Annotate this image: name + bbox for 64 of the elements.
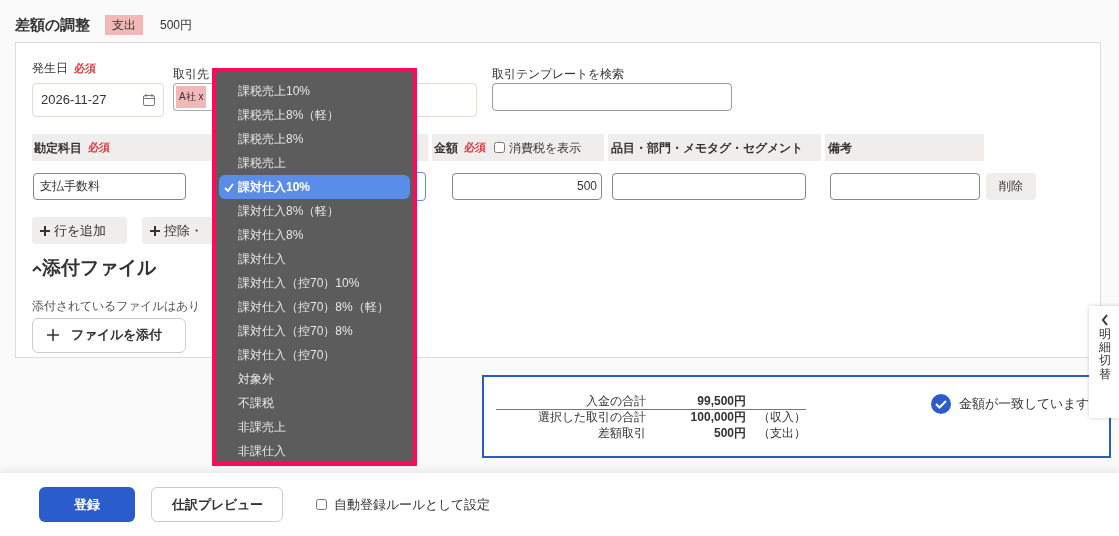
submit-button[interactable]: 登録 [39, 487, 135, 522]
checkbox-label: 消費税を表示 [509, 139, 581, 157]
dropdown-option[interactable]: 課税売上8% [219, 127, 410, 151]
column-header: 金額 [434, 139, 458, 157]
caret-up-icon[interactable] [32, 264, 42, 273]
required-label: 必須 [464, 140, 486, 156]
summary-label: 差額取引 [597, 424, 646, 442]
section-title: 差額の調整 [15, 14, 90, 35]
dropdown-option[interactable]: 課対仕入（控70）8% [219, 319, 410, 343]
date-field[interactable]: 2026-11-27 [32, 83, 164, 117]
add-file-button[interactable]: ファイルを添付 [32, 317, 186, 353]
summary-label: 入金の合計 [585, 392, 646, 410]
dropdown-option[interactable]: 課税売上 [219, 151, 410, 175]
match-status: 金額が一致しています [959, 394, 1089, 413]
chevron-left-icon [1101, 314, 1109, 326]
dropdown-option[interactable]: 課対仕入（控70） [219, 343, 410, 367]
side-toggle-tab[interactable]: 明細切替 [1089, 306, 1119, 418]
field-label: 取引テンプレートを検索 [492, 67, 624, 81]
summary-value: 500円 [712, 424, 746, 442]
row-action-button[interactable]: 行を追加 [32, 217, 127, 244]
plus-icon [150, 225, 160, 236]
template-search-field[interactable] [492, 83, 732, 111]
summary-note: （収入） [758, 410, 806, 424]
partner-chip[interactable]: A社 x [176, 86, 207, 108]
side-tab-label: 明細切替 [1099, 328, 1111, 381]
dropdown-option[interactable]: 課税売上10% [219, 79, 410, 103]
summary-label: 選択した取引の合計 [537, 409, 646, 426]
dropdown-option[interactable]: 非課売上 [219, 415, 410, 439]
preview-button[interactable]: 仕訳プレビュー [151, 487, 283, 522]
checkmark-icon [223, 182, 234, 192]
calendar-icon[interactable] [143, 94, 155, 106]
summary-value: 99,500円 [696, 392, 746, 410]
attachments-title: 添付ファイル [42, 256, 156, 280]
column-header: 勘定科目 [34, 139, 82, 157]
dropdown-option[interactable]: 課対仕入10% [219, 175, 410, 199]
account-field[interactable]: 支払手数料 [33, 172, 186, 200]
partner-field[interactable]: A社 x [173, 83, 212, 111]
dropdown-option[interactable]: 対象外 [219, 367, 410, 391]
plus-icon [40, 225, 50, 236]
summary-value: 100,000円 [689, 409, 746, 426]
dropdown-option[interactable]: 課税売上8%（軽） [219, 103, 410, 127]
column-header: 備考 [828, 139, 852, 157]
type-tag: 支出 [105, 15, 143, 35]
header-amount: 500円 [160, 17, 193, 34]
dropdown-option[interactable]: 課対仕入 [219, 247, 410, 271]
summary-note: （支出） [758, 425, 806, 440]
memo-field[interactable] [830, 172, 980, 200]
dropdown-option[interactable]: 非課仕入 [219, 439, 410, 463]
dropdown-option[interactable]: 不課税 [219, 391, 410, 415]
field-label: 発生日 [32, 60, 68, 77]
auto-rule-checkbox[interactable] [316, 499, 327, 510]
checkbox-label: 自動登録ルールとして設定 [334, 495, 490, 514]
plus-icon [47, 329, 59, 341]
item-field[interactable] [612, 172, 806, 200]
amount-field[interactable]: 500 [452, 172, 602, 200]
required-label: 必須 [74, 60, 96, 76]
attachments-empty-text: 添付されているファイルはあり [32, 298, 200, 313]
column-header: 品目・部門・メモタグ・セグメント [611, 139, 803, 157]
field-label: 取引先 [173, 67, 209, 81]
tax-checkbox[interactable] [494, 142, 505, 153]
dropdown-option[interactable]: 課対仕入（控70）10% [219, 271, 410, 295]
required-label: 必須 [88, 140, 110, 156]
dropdown-option[interactable]: 課対仕入（控70）8%（軽） [219, 295, 410, 319]
delete-button[interactable]: 削除 [986, 172, 1036, 200]
